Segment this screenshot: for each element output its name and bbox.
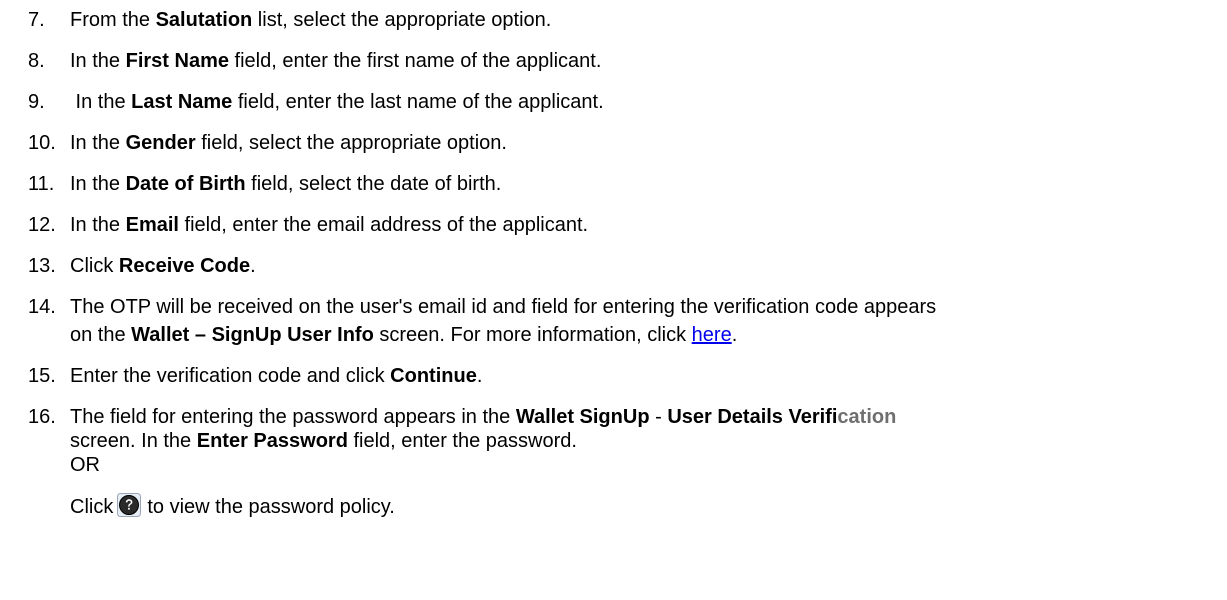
step-number: 9.: [28, 91, 45, 113]
ui-term: Enter Password: [196, 430, 348, 452]
step-text-line-1: The field for entering the password appe…: [70, 406, 897, 428]
step-16: 16. The field for entering the password …: [0, 405, 1227, 595]
or-text: OR: [70, 454, 100, 476]
step-text: In the Gender field, select the appropri…: [70, 132, 507, 154]
step-text: In the Date of Birth field, select the d…: [70, 173, 502, 195]
step-number: 12.: [28, 214, 56, 236]
step-text: In the Last Name field, enter the last n…: [70, 91, 604, 113]
ui-term: Receive Code: [118, 255, 251, 277]
step-text: In the First Name field, enter the first…: [70, 50, 602, 72]
step-text-line-2: on the Wallet – SignUp User Info screen.…: [70, 324, 738, 346]
step-text-line-2: screen. In the Enter Password field, ent…: [70, 430, 577, 452]
step-number: 15.: [28, 365, 56, 387]
step-number: 8.: [28, 50, 45, 72]
help-question-icon[interactable]: [117, 493, 142, 517]
step-text: Click Receive Code.: [70, 255, 256, 277]
step-number: 10.: [28, 132, 56, 154]
step-number: 14.: [28, 296, 56, 318]
ui-term: Email: [125, 214, 179, 236]
step-number: 7.: [28, 9, 45, 31]
document-page: 7. From the Salutation list, select the …: [0, 0, 1227, 600]
ui-term: Wallet – SignUp User Info: [131, 324, 374, 346]
ui-term: Continue: [390, 365, 477, 387]
step-number: 11.: [28, 173, 55, 195]
step-number: 13.: [28, 255, 56, 277]
ui-term: Date of Birth: [125, 173, 246, 195]
ui-term: Wallet SignUp: [515, 406, 650, 428]
step-14: 14. The OTP will be received on the user…: [0, 295, 1227, 349]
ui-term: Last Name: [131, 91, 233, 113]
step-text: In the Email field, enter the email addr…: [70, 214, 589, 236]
ui-term: Gender: [125, 132, 196, 154]
step-number: 16.: [28, 406, 56, 428]
step-text-line-4: Click to view the password policy.: [70, 493, 395, 519]
ui-term: Salutation: [155, 9, 253, 31]
step-text: From the Salutation list, select the app…: [70, 9, 552, 31]
ui-term: User Details Verification: [667, 406, 897, 428]
here-link[interactable]: here: [692, 324, 732, 346]
step-text-line-1: The OTP will be received on the user's e…: [70, 296, 937, 318]
step-text: Enter the verification code and click Co…: [70, 365, 483, 387]
ui-term: First Name: [125, 50, 229, 72]
